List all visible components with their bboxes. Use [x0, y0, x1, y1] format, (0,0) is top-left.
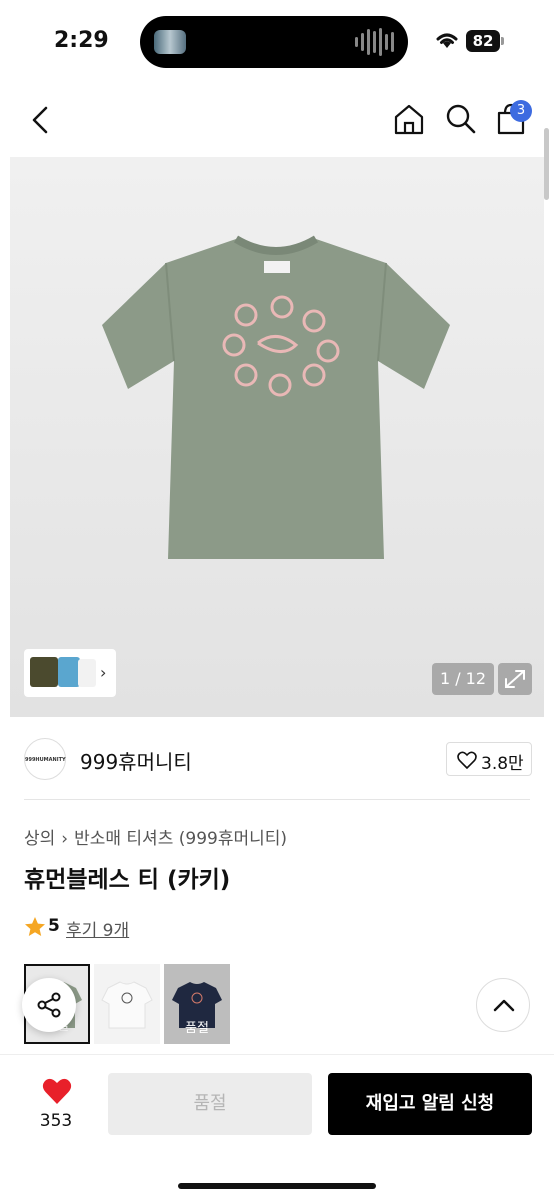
- product-title: 휴먼블레스 티 (카키): [24, 867, 231, 893]
- home-icon[interactable]: [392, 102, 426, 136]
- white-tshirt-swatch: [101, 981, 153, 1029]
- image-counter: 1 / 12: [432, 663, 494, 695]
- breadcrumb-category[interactable]: 상의: [24, 829, 55, 849]
- home-indicator[interactable]: [178, 1183, 376, 1189]
- scrollbar[interactable]: [544, 128, 549, 200]
- color-option-navy[interactable]: 품절: [164, 964, 230, 1044]
- rating-score: 5: [48, 916, 60, 936]
- brand-like-count: 3.8만: [481, 754, 524, 774]
- color-option-white[interactable]: [94, 964, 160, 1044]
- brand-name[interactable]: 999휴머니티: [80, 746, 192, 775]
- now-playing-artwork: [154, 30, 186, 54]
- share-icon: [37, 992, 61, 1018]
- gallery-thumbnail-strip[interactable]: ›: [24, 649, 116, 697]
- chevron-up-icon: [493, 999, 515, 1012]
- battery-icon: 82: [466, 30, 504, 52]
- restock-alert-button[interactable]: 재입고 알림 신청: [328, 1073, 532, 1135]
- product-tshirt-image: [102, 235, 450, 559]
- scroll-to-top-button[interactable]: [476, 978, 530, 1032]
- soldout-label: 품절: [185, 1021, 209, 1036]
- heart-icon[interactable]: [42, 1077, 72, 1105]
- share-button[interactable]: [22, 978, 76, 1032]
- divider: [24, 799, 530, 800]
- chevron-right-icon[interactable]: ›: [100, 663, 106, 682]
- star-icon: [25, 917, 45, 936]
- bottom-action-bar: 353 품절 재입고 알림 신청: [0, 1054, 554, 1200]
- heart-outline-icon: [457, 751, 477, 769]
- cart-count-badge: 3: [510, 100, 532, 122]
- search-icon[interactable]: [444, 102, 478, 136]
- product-like-count: 353: [39, 1111, 73, 1131]
- expand-icon[interactable]: [498, 663, 532, 695]
- wifi-icon: [436, 33, 458, 48]
- audio-waveform-icon: [355, 28, 394, 56]
- top-nav: [0, 90, 554, 150]
- product-image-gallery[interactable]: › 1 / 12: [10, 157, 544, 717]
- thumbnail-white[interactable]: [78, 659, 96, 687]
- thumbnail-blue[interactable]: [58, 657, 80, 687]
- breadcrumb: 상의 › 반소매 티셔츠 (999휴머니티): [24, 824, 287, 849]
- thumbnail-khaki[interactable]: [30, 657, 58, 687]
- status-bar: 2:29 82: [0, 0, 554, 84]
- dynamic-island[interactable]: [140, 16, 408, 68]
- soldout-button: 품절: [108, 1073, 312, 1135]
- chevron-right-icon: ›: [61, 829, 69, 849]
- status-time: 2:29: [54, 28, 109, 53]
- back-arrow-icon[interactable]: [26, 104, 56, 136]
- brand-like-button[interactable]: 3.8만: [446, 742, 532, 776]
- battery-level: 82: [466, 30, 500, 52]
- review-link[interactable]: 후기 9개: [66, 916, 129, 941]
- brand-logo[interactable]: 999HUMANITY: [24, 738, 66, 780]
- breadcrumb-subcategory[interactable]: 반소매 티셔츠 (999휴머니티): [74, 829, 287, 849]
